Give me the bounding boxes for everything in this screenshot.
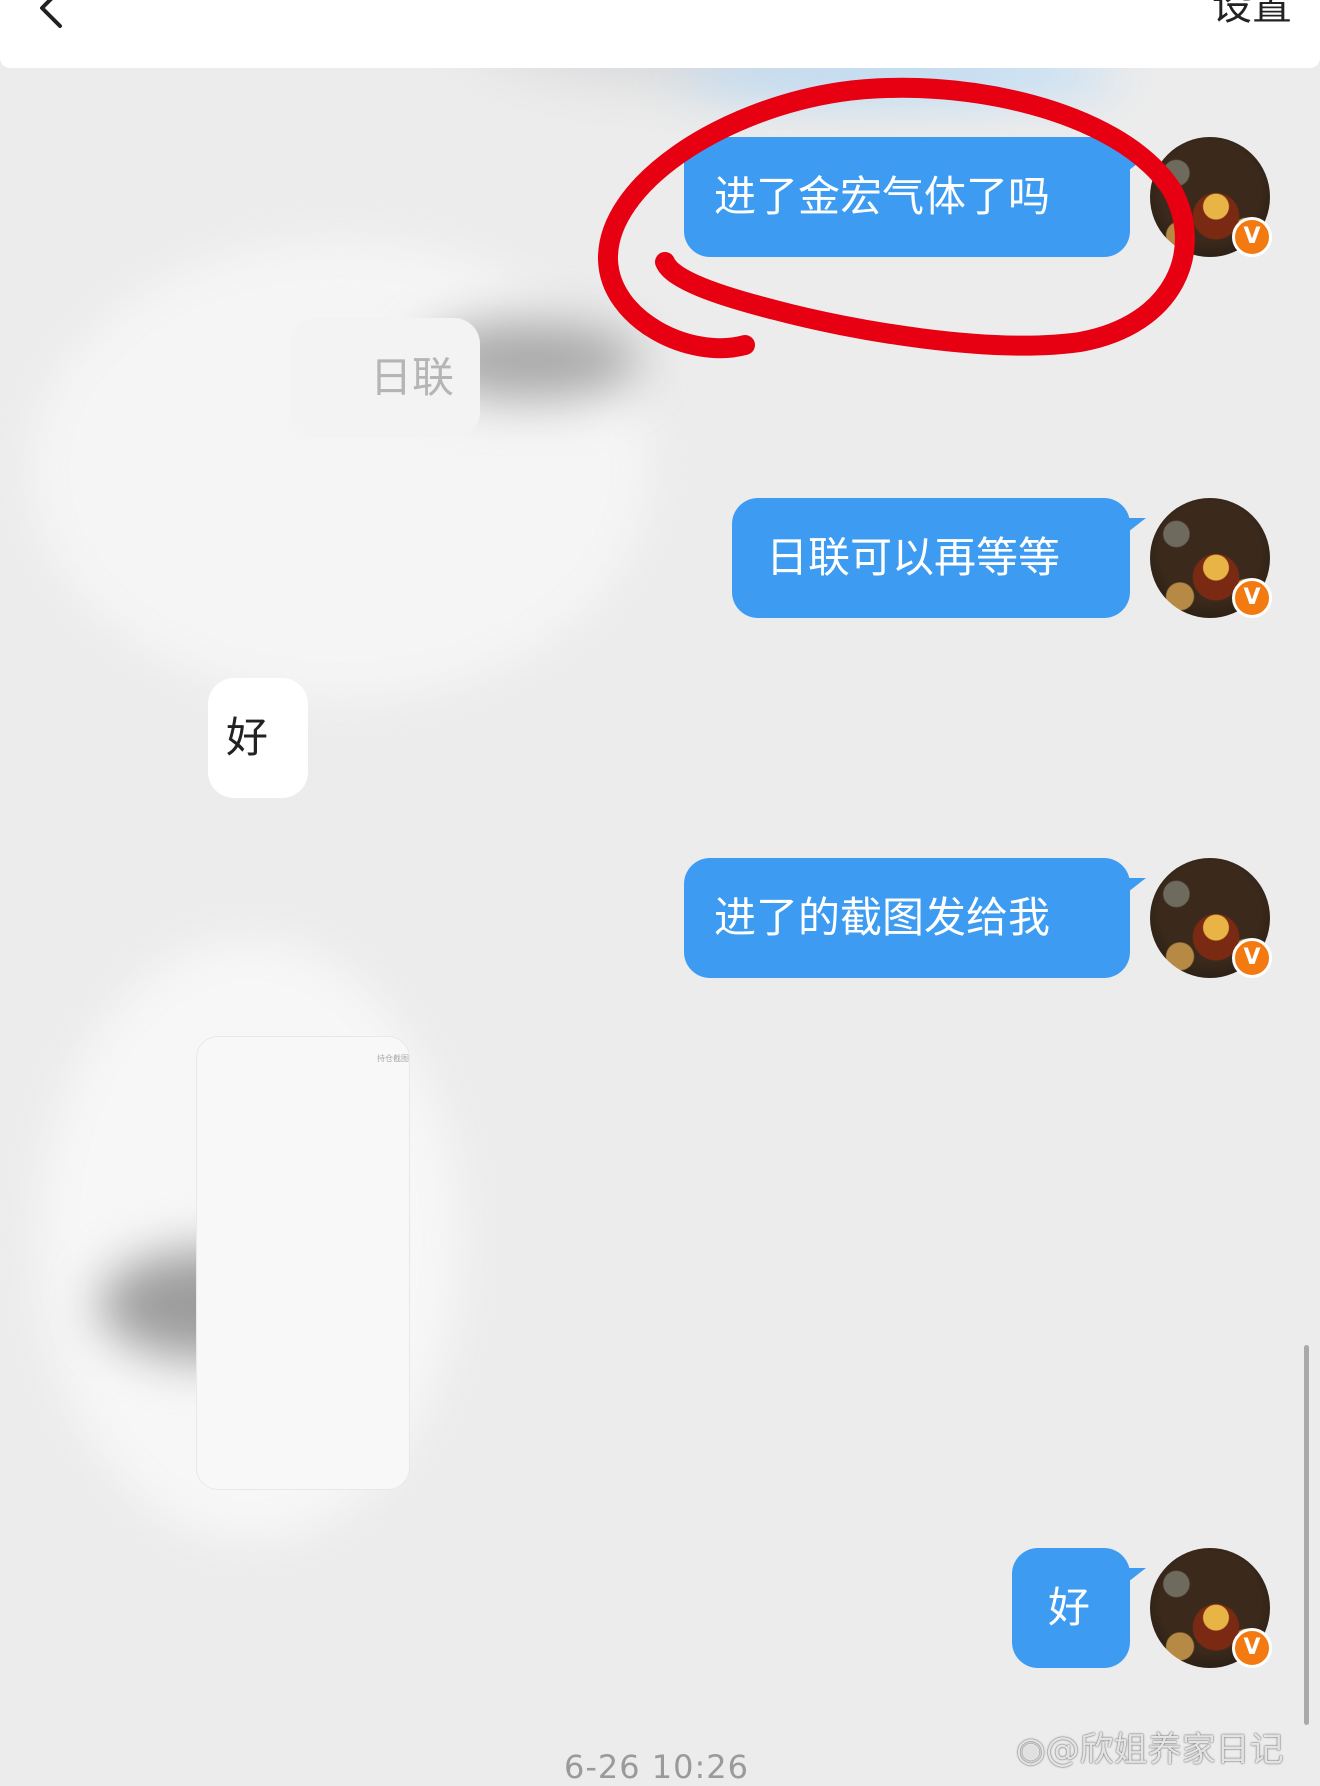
verified-badge-icon: V xyxy=(1232,578,1272,618)
verified-badge-icon: V xyxy=(1232,938,1272,978)
watermark: ◉@欣姐养家日记 xyxy=(1016,1722,1284,1771)
chat-bubble-sent[interactable]: 进了的截图发给我 xyxy=(684,858,1146,978)
back-button[interactable] xyxy=(30,0,80,40)
verified-badge-icon: V xyxy=(1232,1628,1272,1668)
chat-bubble-sent[interactable]: 好 xyxy=(1012,1548,1146,1668)
chat-bubble-sent[interactable]: 进了金宏气体了吗 xyxy=(684,137,1146,257)
verified-badge-icon: V xyxy=(1232,217,1272,257)
timestamp: 6-26 10:26 xyxy=(564,1748,750,1786)
chevron-left-icon xyxy=(40,0,62,28)
shared-image[interactable]: 持仓截图 xyxy=(196,1036,410,1490)
chat-bubble-received[interactable]: 好 xyxy=(208,678,308,798)
weibo-icon: ◉ xyxy=(1016,1730,1046,1770)
scrollbar[interactable] xyxy=(1304,1345,1309,1725)
settings-button[interactable]: 设置 xyxy=(1212,0,1292,30)
chat-bubble-sent[interactable]: 日联可以再等等 xyxy=(732,498,1146,618)
shared-image-caption: 持仓截图 xyxy=(377,1054,409,1063)
top-bar: 设置 xyxy=(0,0,1320,68)
redacted-area xyxy=(30,240,650,700)
chat-bubble-received[interactable]: 日联 xyxy=(290,318,480,438)
watermark-text: @欣姐养家日记 xyxy=(1045,1730,1284,1770)
